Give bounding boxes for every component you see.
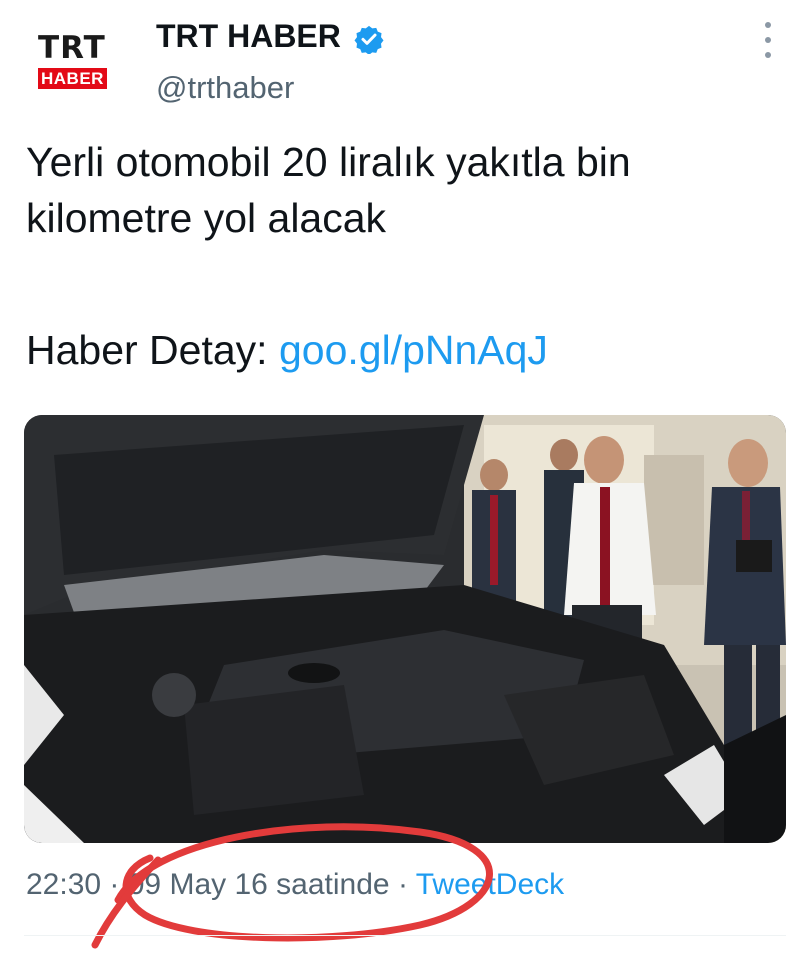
meta-separator-1: · bbox=[109, 868, 128, 901]
tweet-source[interactable]: TweetDeck bbox=[416, 868, 564, 901]
more-options-icon[interactable] bbox=[756, 22, 780, 58]
meta-separator-2: · bbox=[397, 868, 416, 901]
avatar-logo-haber: HABER bbox=[38, 68, 107, 89]
car-engine-photo bbox=[24, 415, 786, 843]
tweet-photo[interactable] bbox=[24, 415, 786, 843]
avatar[interactable]: TRT HABER bbox=[24, 24, 136, 104]
avatar-logo-trt: TRT bbox=[38, 30, 106, 66]
handle[interactable]: @trthaber bbox=[156, 70, 294, 106]
detail-link[interactable]: goo.gl/pNnAqJ bbox=[279, 327, 548, 373]
tweet-time[interactable]: 22:30 bbox=[26, 868, 101, 901]
divider bbox=[24, 935, 786, 936]
tweet-detail-line: Haber Detay: goo.gl/pNnAqJ bbox=[26, 322, 786, 378]
tweet-date[interactable]: 09 May 16 saatinde bbox=[128, 868, 390, 901]
display-name[interactable]: TRT HABER bbox=[156, 18, 341, 55]
tweet-text: Yerli otomobil 20 liralık yakıtla bin ki… bbox=[26, 139, 631, 241]
detail-label: Haber Detay: bbox=[26, 327, 268, 373]
verified-badge-icon bbox=[354, 25, 384, 54]
tweet-meta: 22:30 · 09 May 16 saatinde · TweetDeck bbox=[26, 868, 564, 902]
